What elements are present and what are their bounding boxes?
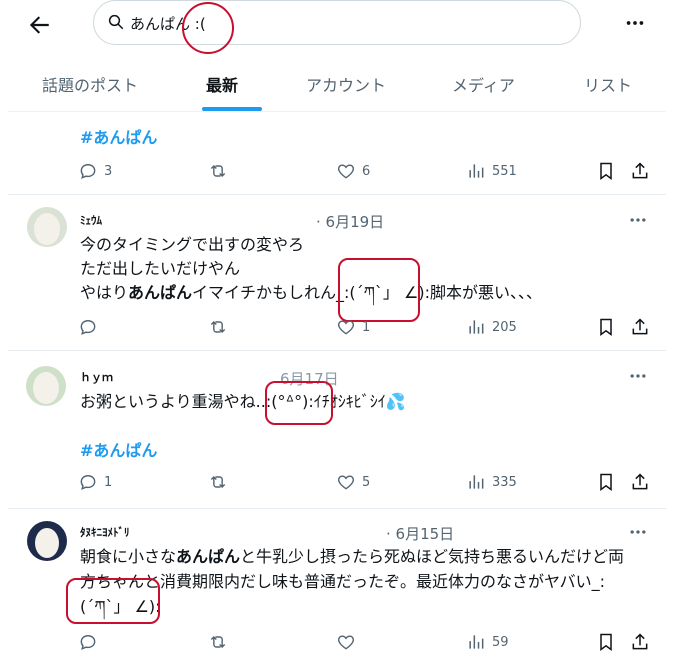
post-text-line: 今のタイミングで出すの変やろ — [80, 235, 305, 254]
search-input[interactable] — [130, 9, 550, 37]
view-count: 59 — [492, 634, 509, 650]
post-divider — [8, 508, 666, 509]
post-text-line: やはりあんぱんイマイチかもしれん_:(´ཀ`」 ∠):脚本が悪い、、、 — [80, 283, 542, 302]
bookmark-icon[interactable] — [596, 317, 616, 337]
tab-lists[interactable]: リスト — [584, 72, 632, 96]
sweat-droplets-emoji: 💦 — [385, 392, 406, 411]
tab-media[interactable]: メディア — [452, 72, 515, 96]
post-divider — [8, 350, 666, 351]
more-options-icon[interactable] — [628, 210, 648, 230]
like-count: 6 — [362, 163, 371, 179]
repost-button[interactable] — [208, 315, 228, 339]
repost-icon — [210, 475, 226, 489]
views-button[interactable]: 59 — [466, 630, 509, 654]
share-icon[interactable] — [630, 161, 650, 181]
reply-count: 1 — [104, 474, 113, 490]
username[interactable]: ｈｙｍ — [80, 369, 113, 385]
share-icon[interactable] — [630, 632, 650, 652]
reply-button[interactable] — [78, 630, 98, 654]
like-button[interactable]: 1 — [336, 315, 370, 339]
reply-button[interactable]: 1 — [78, 470, 112, 494]
view-count: 335 — [492, 474, 517, 490]
view-count: 551 — [492, 163, 517, 179]
avatar[interactable] — [27, 207, 67, 247]
views-chart-icon — [469, 635, 484, 649]
post-text-line: ただ出したいだけやん — [80, 259, 241, 278]
tab-top-posts[interactable]: 話題のポスト — [42, 72, 138, 96]
hashtag-link[interactable]: #あんぱん — [80, 437, 157, 461]
more-options-icon[interactable] — [628, 366, 648, 386]
like-button[interactable] — [336, 630, 356, 654]
reply-icon — [80, 635, 96, 650]
hashtag-link[interactable]: #あんぱん — [80, 124, 157, 148]
post-actions: 1 5 335 — [78, 470, 650, 496]
share-icon[interactable] — [630, 317, 650, 337]
share-icon[interactable] — [630, 472, 650, 492]
repost-button[interactable] — [208, 470, 228, 494]
like-count: 5 — [362, 474, 371, 490]
views-button[interactable]: 335 — [466, 470, 517, 494]
repost-button[interactable] — [208, 159, 228, 183]
username[interactable]: ﾀﾇｷﾆﾖﾒﾄﾞﾘ — [80, 524, 130, 540]
heart-icon — [338, 164, 354, 179]
bookmark-icon[interactable] — [596, 161, 616, 181]
post-date[interactable]: · 6月19日 — [316, 211, 384, 232]
post-actions: 3 6 551 — [78, 159, 650, 185]
reply-icon — [80, 475, 96, 490]
reply-icon — [80, 164, 96, 179]
views-button[interactable]: 205 — [466, 315, 517, 339]
post-date[interactable]: 6月17日 — [280, 368, 339, 389]
reply-count: 3 — [104, 163, 113, 179]
heart-icon — [338, 635, 354, 650]
post-actions: 59 — [78, 630, 650, 656]
post-actions: 1 205 — [78, 315, 650, 341]
view-count: 205 — [492, 319, 517, 335]
reply-button[interactable] — [78, 315, 98, 339]
views-chart-icon — [469, 164, 484, 178]
views-button[interactable]: 551 — [466, 159, 517, 183]
post-text-line: 朝食に小さなあんぱんと牛乳少し摂ったら死ぬほど気持ち悪るいんだけど両 — [80, 547, 625, 566]
repost-icon — [210, 164, 226, 178]
tab-accounts[interactable]: アカウント — [306, 72, 386, 96]
more-options-icon[interactable] — [628, 522, 648, 542]
more-options-icon[interactable] — [624, 12, 646, 34]
search-box[interactable] — [93, 0, 581, 45]
back-arrow-icon[interactable] — [26, 12, 52, 38]
repost-icon — [210, 635, 226, 649]
repost-button[interactable] — [208, 630, 228, 654]
post-text-line: 方ちゃんと消費期限内だし味も普通だったぞ。最近体力のなさがヤバい_: — [80, 572, 606, 591]
post-text-line: お粥というより重湯やね..:(°ᐞ°):ｲﾁｵｼｷﾋﾞｼｲ💦 — [80, 392, 406, 411]
like-button[interactable]: 5 — [336, 470, 370, 494]
top-bar — [0, 0, 674, 52]
active-tab-indicator — [202, 107, 262, 111]
avatar[interactable] — [26, 366, 66, 406]
search-icon — [108, 14, 124, 30]
bookmark-icon[interactable] — [596, 472, 616, 492]
views-chart-icon — [469, 320, 484, 334]
avatar[interactable] — [27, 521, 67, 561]
reply-button[interactable]: 3 — [78, 159, 112, 183]
heart-icon — [338, 320, 354, 335]
views-chart-icon — [469, 475, 484, 489]
post-divider — [8, 194, 666, 195]
bookmark-icon[interactable] — [596, 632, 616, 652]
username[interactable]: ﾐｪｳﾑ — [80, 212, 102, 228]
post-text-line: (´ཀ`」 ∠): — [80, 597, 161, 616]
tab-latest[interactable]: 最新 — [206, 72, 238, 96]
heart-icon — [338, 475, 354, 490]
like-button[interactable]: 6 — [336, 159, 370, 183]
post-date[interactable]: · 6月15日 — [386, 523, 454, 544]
like-count: 1 — [362, 319, 371, 335]
search-tabs: 話題のポスト 最新 アカウント メディア リスト — [8, 60, 666, 112]
reply-icon — [80, 320, 96, 335]
repost-icon — [210, 320, 226, 334]
